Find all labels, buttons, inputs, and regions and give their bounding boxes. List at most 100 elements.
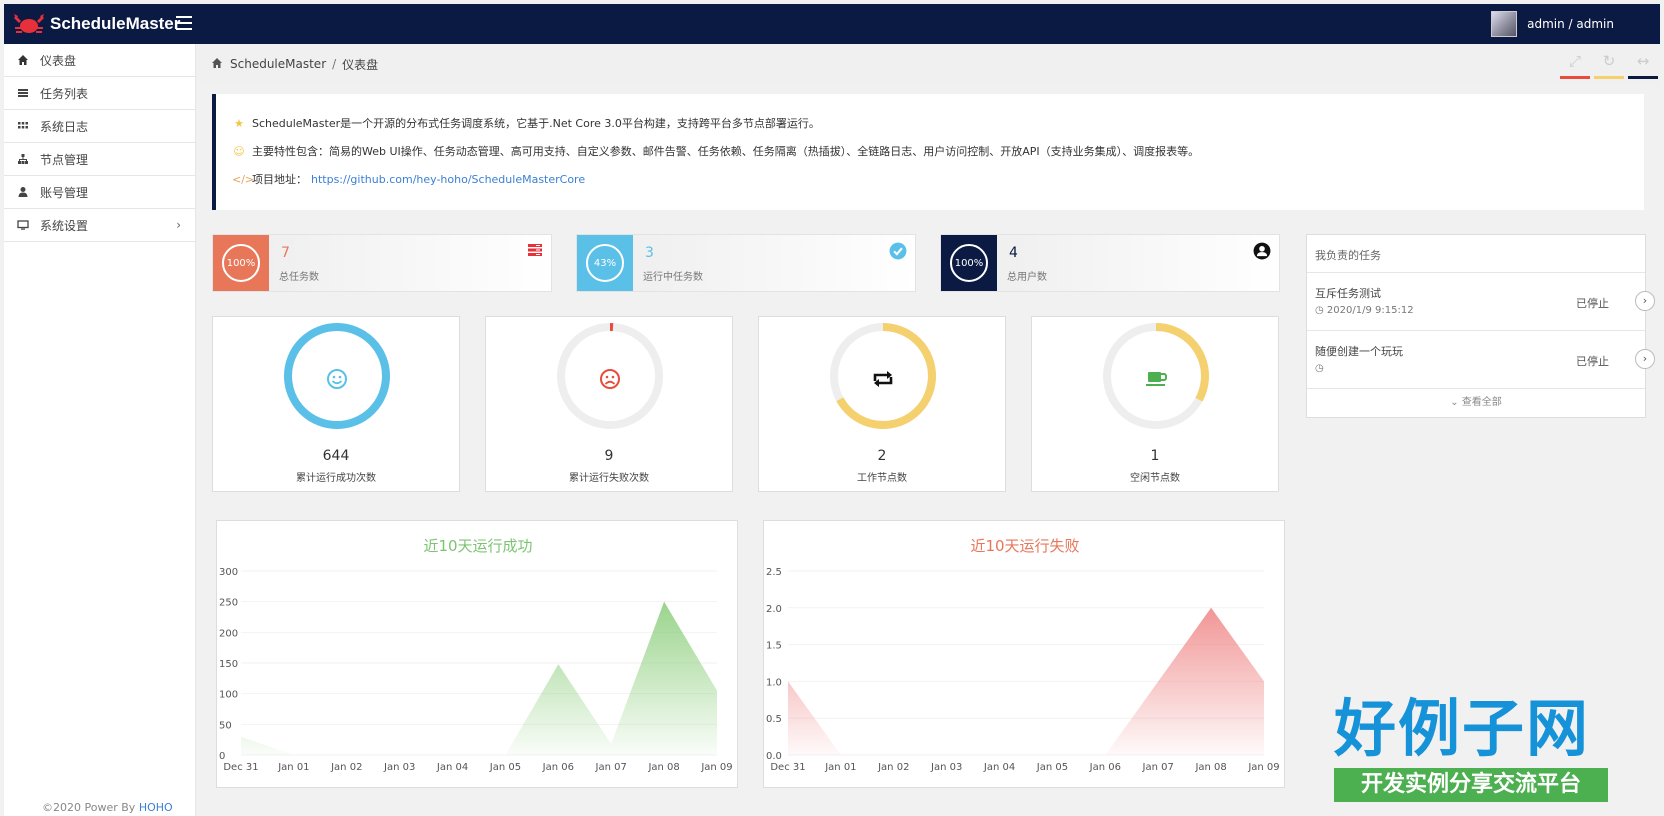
task-time: ◷ 2020/1/9 9:15:12	[1315, 305, 1414, 316]
user-name: admin / admin	[1527, 17, 1614, 31]
user-circle-icon	[1253, 242, 1271, 260]
stat-running-tasks[interactable]: 43% 3 运行中任务数	[576, 234, 916, 292]
chart-failed-10-days: 近10天运行失败 0.0 0.5 1.0 1.5 2.0 2.5 Dec 31 Jan 01 Ja…	[763, 520, 1285, 788]
breadcrumb-current: 仪表盘	[342, 57, 379, 72]
sidebar-item-label: 系统设置	[40, 218, 89, 233]
x-tick-label: Dec 31	[223, 762, 258, 773]
stat-label: 总用户数	[1007, 272, 1047, 283]
sidebar-item-label: 任务列表	[40, 86, 89, 101]
project-url-link[interactable]: https://github.com/hey-hoho/ScheduleMast…	[311, 173, 585, 187]
intro-panel: ★ ScheduleMaster是一个开源的分布式任务调度系统，它基于.Net …	[212, 94, 1644, 210]
x-tick-label: Jan 05	[489, 762, 521, 773]
stat-total-tasks[interactable]: 100% 7 总任务数	[212, 234, 552, 292]
clock-icon: ◷	[1315, 363, 1324, 374]
y-tick-label: 1.5	[766, 641, 782, 652]
grid-icon	[16, 120, 30, 132]
brand-watermark: 好例子网 开发实例分享交流平台	[1334, 692, 1608, 802]
task-status: 已停止	[1576, 297, 1609, 310]
gauge-label: 工作节点数	[857, 473, 907, 484]
breadcrumb: ScheduleMaster / 仪表盘 ⤢ ↻ ↔	[196, 44, 1660, 84]
chevron-right-icon[interactable]: ›	[1635, 291, 1655, 311]
y-tick-label: 200	[219, 628, 238, 639]
user-icon	[16, 186, 30, 198]
x-tick-label: Jan 03	[930, 762, 962, 773]
sidebar-item-dashboard[interactable]: 仪表盘	[4, 44, 195, 77]
accent-bar-red	[1560, 76, 1590, 79]
resize-button[interactable]: ↔	[1628, 52, 1658, 79]
gauge-value: 644	[322, 448, 350, 464]
view-all-link[interactable]: ⌄ 查看全部	[1307, 389, 1645, 417]
footer-link[interactable]: HOHO	[139, 801, 173, 814]
stat-value: 3	[645, 245, 654, 261]
menu-toggle-icon[interactable]	[176, 14, 192, 30]
arrows-horizontal-icon: ↔	[1636, 52, 1650, 70]
app-logo[interactable]: ScheduleMaster	[12, 12, 180, 36]
x-tick-label: Jan 09	[700, 762, 732, 773]
sitemap-icon	[16, 153, 30, 165]
y-tick-label: 250	[219, 598, 238, 609]
chart-success-10-days: 近10天运行成功 0 50 100 150 200 250 300 Dec 31 Jan 01 Ja…	[216, 520, 738, 788]
gauge-working-nodes: 2 工作节点数	[758, 316, 1006, 492]
sidebar-item-accounts[interactable]: 账号管理	[4, 176, 195, 209]
gauge-label: 累计运行失败次数	[569, 473, 649, 484]
intro-description: ScheduleMaster是一个开源的分布式任务调度系统，它基于.Net Co…	[252, 117, 820, 130]
avatar	[1491, 11, 1518, 37]
list-item[interactable]: 互斥任务测试 ◷ 2020/1/9 9:15:12 已停止 ›	[1307, 273, 1655, 331]
footer: ©2020 Power By HOHO	[42, 801, 173, 814]
check-circle-icon	[889, 242, 907, 260]
home-icon[interactable]	[210, 57, 224, 72]
chart-title: 近10天运行成功	[423, 537, 532, 555]
x-tick-label: Jan 07	[595, 762, 627, 773]
x-tick-label: Jan 01	[824, 762, 856, 773]
stat-total-users[interactable]: 100% 4 总用户数	[940, 234, 1280, 292]
toolbar: ⤢ ↻ ↔	[1560, 44, 1660, 84]
smile-icon: ☺	[233, 145, 245, 158]
fullscreen-button[interactable]: ⤢	[1560, 52, 1590, 79]
my-tasks-panel: 我负责的任务 互斥任务测试 ◷ 2020/1/9 9:15:12 已停止 › 随…	[1306, 234, 1655, 418]
y-tick-label: 2.5	[766, 567, 782, 578]
y-tick-label: 1.0	[766, 677, 782, 688]
area-chart: 近10天运行失败 0.0 0.5 1.0 1.5 2.0 2.5 Dec 31 Jan 01 Ja…	[766, 537, 1280, 773]
stat-percent: 43%	[586, 244, 624, 282]
top-bar: ScheduleMaster admin / admin	[4, 4, 1660, 44]
chart-title: 近10天运行失败	[970, 537, 1079, 555]
x-tick-label: Jan 02	[877, 762, 909, 773]
refresh-button[interactable]: ↻	[1594, 52, 1624, 79]
sidebar-item-settings[interactable]: 系统设置 ›	[4, 209, 195, 242]
gauge-idle-nodes: 1 空闲节点数	[1031, 316, 1279, 492]
sidebar-item-label: 账号管理	[40, 185, 89, 200]
task-name: 随便创建一个玩玩	[1315, 345, 1403, 358]
accent-bar-navy	[1628, 76, 1658, 79]
y-tick-label: 0	[219, 751, 225, 762]
intro-line: ☺ 主要特性包含：简易的Web UI操作、任务动态管理、高可用支持、自定义参数、…	[232, 138, 1644, 166]
footer-text: ©2020 Power By	[42, 801, 139, 814]
stat-percent: 100%	[222, 244, 260, 282]
x-tick-label: Jan 02	[330, 762, 362, 773]
task-name: 互斥任务测试	[1315, 287, 1381, 300]
user-menu[interactable]: admin / admin	[1491, 11, 1614, 37]
gauge-label: 空闲节点数	[1130, 473, 1180, 484]
x-tick-label: Jan 06	[1089, 762, 1121, 773]
x-tick-label: Jan 04	[983, 762, 1015, 773]
task-status: 已停止	[1576, 355, 1609, 368]
sidebar-item-tasks[interactable]: 任务列表	[4, 77, 195, 110]
star-icon: ★	[234, 117, 244, 130]
chevron-right-icon[interactable]: ›	[1635, 349, 1655, 369]
code-icon: </>	[232, 173, 255, 186]
sidebar: 仪表盘 任务列表 系统日志 节点管理 账号管理 系统设置 › ©2020 Pow…	[4, 44, 196, 816]
sidebar-item-logs[interactable]: 系统日志	[4, 110, 195, 143]
chevron-down-icon: ⌄	[1450, 397, 1459, 408]
gauge-failed-runs: 9 累计运行失败次数	[485, 316, 733, 492]
list-item[interactable]: 随便创建一个玩玩 ◷ 已停止 ›	[1307, 331, 1655, 389]
y-tick-label: 0.0	[766, 751, 782, 762]
stat-value: 7	[281, 245, 290, 261]
x-tick-label: Jan 07	[1142, 762, 1174, 773]
x-tick-label: Dec 31	[770, 762, 805, 773]
coffee-icon	[1146, 372, 1168, 386]
x-tick-label: Jan 06	[542, 762, 574, 773]
sidebar-item-nodes[interactable]: 节点管理	[4, 143, 195, 176]
area-chart: 近10天运行成功 0 50 100 150 200 250 300 Dec 31 Jan 01 Ja…	[219, 537, 733, 773]
x-tick-label: Jan 08	[647, 762, 679, 773]
view-all-label: 查看全部	[1461, 397, 1502, 408]
breadcrumb-root[interactable]: ScheduleMaster	[230, 57, 326, 71]
